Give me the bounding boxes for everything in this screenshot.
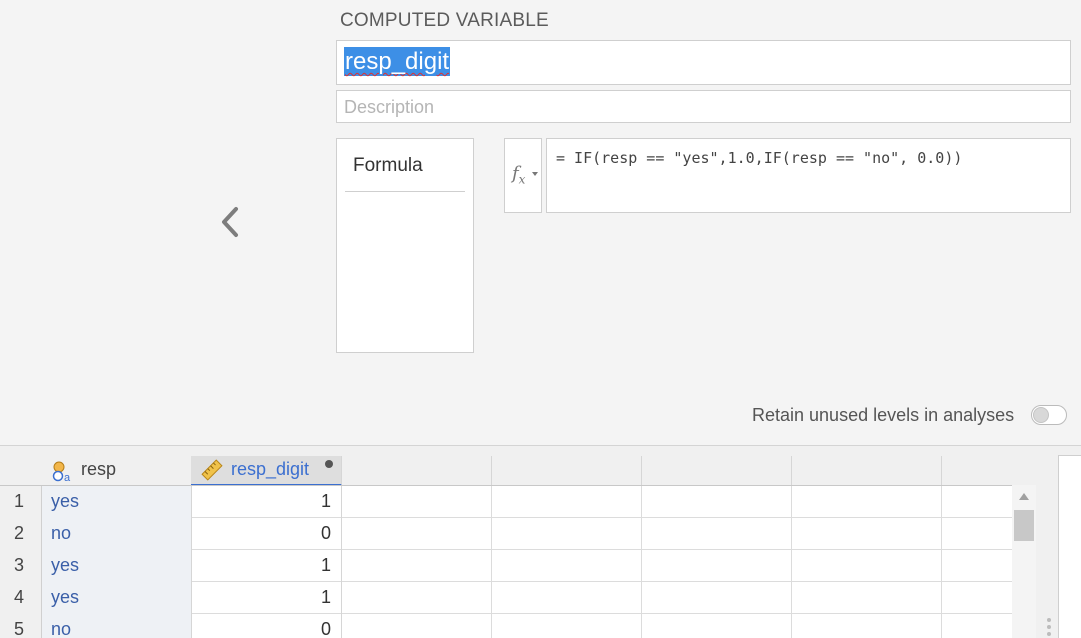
cell-empty[interactable] xyxy=(942,518,1012,550)
row-number[interactable]: 3 xyxy=(0,550,42,582)
column-header-label: resp xyxy=(81,459,117,479)
cell-resp[interactable]: yes xyxy=(42,550,192,582)
chevron-left-icon[interactable] xyxy=(218,204,244,240)
cell-empty[interactable] xyxy=(642,614,792,638)
nominal-variable-icon: a xyxy=(52,461,71,483)
cell-empty[interactable] xyxy=(942,550,1012,582)
cell-empty[interactable] xyxy=(942,582,1012,614)
computed-dot-icon xyxy=(325,460,333,468)
fx-icon: fx xyxy=(512,163,526,187)
results-panel-edge xyxy=(1058,455,1081,638)
table-row: 4 yes 1 xyxy=(0,582,1012,614)
cell-empty[interactable] xyxy=(342,550,492,582)
cell-empty[interactable] xyxy=(492,614,642,638)
cell-empty[interactable] xyxy=(942,614,1012,638)
variable-name-text[interactable]: resp_digit xyxy=(344,47,451,76)
column-header-row: a resp resp_digit xyxy=(0,456,1041,486)
formula-list-item[interactable]: Formula xyxy=(345,139,465,192)
description-field[interactable]: Description xyxy=(336,90,1071,123)
section-title: COMPUTED VARIABLE xyxy=(340,10,549,31)
table-row: 1 yes 1 xyxy=(0,486,1012,518)
table-row: 5 no 0 xyxy=(0,614,1012,638)
column-header-resp-digit[interactable]: resp_digit xyxy=(191,456,342,486)
table-row: 2 no 0 xyxy=(0,518,1012,550)
cell-empty[interactable] xyxy=(342,518,492,550)
row-number[interactable]: 2 xyxy=(0,518,42,550)
description-placeholder: Description xyxy=(344,97,435,117)
cell-empty[interactable] xyxy=(492,486,642,518)
cell-resp[interactable]: no xyxy=(42,614,192,638)
row-number[interactable]: 1 xyxy=(0,486,42,518)
cell-empty[interactable] xyxy=(492,582,642,614)
column-header-empty[interactable] xyxy=(342,456,492,486)
cell-empty[interactable] xyxy=(492,550,642,582)
data-grid: a resp resp_digit 1 yes 1 2 no 0 3 yes 1… xyxy=(0,445,1081,638)
cell-empty[interactable] xyxy=(642,550,792,582)
caret-down-icon xyxy=(532,172,538,176)
computed-variable-setup: COMPUTED VARIABLE resp_digit Description… xyxy=(0,0,1081,445)
cell-resp-digit[interactable]: 1 xyxy=(192,582,342,614)
resize-grip-icon[interactable] xyxy=(1047,618,1053,638)
column-header-empty[interactable] xyxy=(642,456,792,486)
cell-empty[interactable] xyxy=(942,486,1012,518)
ruler-icon xyxy=(201,459,223,481)
cell-empty[interactable] xyxy=(642,486,792,518)
formula-list: Formula xyxy=(336,138,474,353)
column-header-resp[interactable]: a resp xyxy=(42,456,192,486)
column-header-empty[interactable] xyxy=(492,456,642,486)
toggle-knob xyxy=(1033,407,1049,423)
cell-empty[interactable] xyxy=(792,614,942,638)
column-header-empty[interactable] xyxy=(792,456,942,486)
scroll-up-icon[interactable] xyxy=(1019,493,1029,500)
cell-empty[interactable] xyxy=(792,486,942,518)
cell-resp-digit[interactable]: 1 xyxy=(192,486,342,518)
grid-rows: 1 yes 1 2 no 0 3 yes 1 4 yes 1 5 no 0 xyxy=(0,485,1012,638)
vertical-scrollbar[interactable] xyxy=(1012,485,1036,638)
cell-resp-digit[interactable]: 0 xyxy=(192,518,342,550)
table-row: 3 yes 1 xyxy=(0,550,1012,582)
retain-unused-levels-label: Retain unused levels in analyses xyxy=(752,405,1015,425)
cell-empty[interactable] xyxy=(342,582,492,614)
cell-empty[interactable] xyxy=(792,582,942,614)
cell-empty[interactable] xyxy=(342,486,492,518)
formula-text[interactable]: = IF(resp == "yes",1.0,IF(resp == "no", … xyxy=(556,149,962,167)
function-picker-button[interactable]: fx xyxy=(504,138,542,213)
cell-resp[interactable]: no xyxy=(42,518,192,550)
variable-name-field[interactable]: resp_digit xyxy=(336,40,1071,85)
formula-input[interactable]: = IF(resp == "yes",1.0,IF(resp == "no", … xyxy=(546,138,1071,213)
row-number[interactable]: 5 xyxy=(0,614,42,638)
column-header-label: resp_digit xyxy=(231,459,310,479)
retain-unused-levels-toggle[interactable] xyxy=(1031,405,1067,425)
cell-resp-digit[interactable]: 1 xyxy=(192,550,342,582)
cell-empty[interactable] xyxy=(792,550,942,582)
cell-empty[interactable] xyxy=(642,518,792,550)
scrollbar-thumb[interactable] xyxy=(1014,510,1034,541)
cell-empty[interactable] xyxy=(342,614,492,638)
cell-empty[interactable] xyxy=(492,518,642,550)
row-number[interactable]: 4 xyxy=(0,582,42,614)
cell-resp[interactable]: yes xyxy=(42,582,192,614)
cell-resp[interactable]: yes xyxy=(42,486,192,518)
svg-text:a: a xyxy=(64,472,71,483)
cell-resp-digit[interactable]: 0 xyxy=(192,614,342,638)
column-header-empty[interactable] xyxy=(942,456,1041,486)
cell-empty[interactable] xyxy=(642,582,792,614)
cell-empty[interactable] xyxy=(792,518,942,550)
